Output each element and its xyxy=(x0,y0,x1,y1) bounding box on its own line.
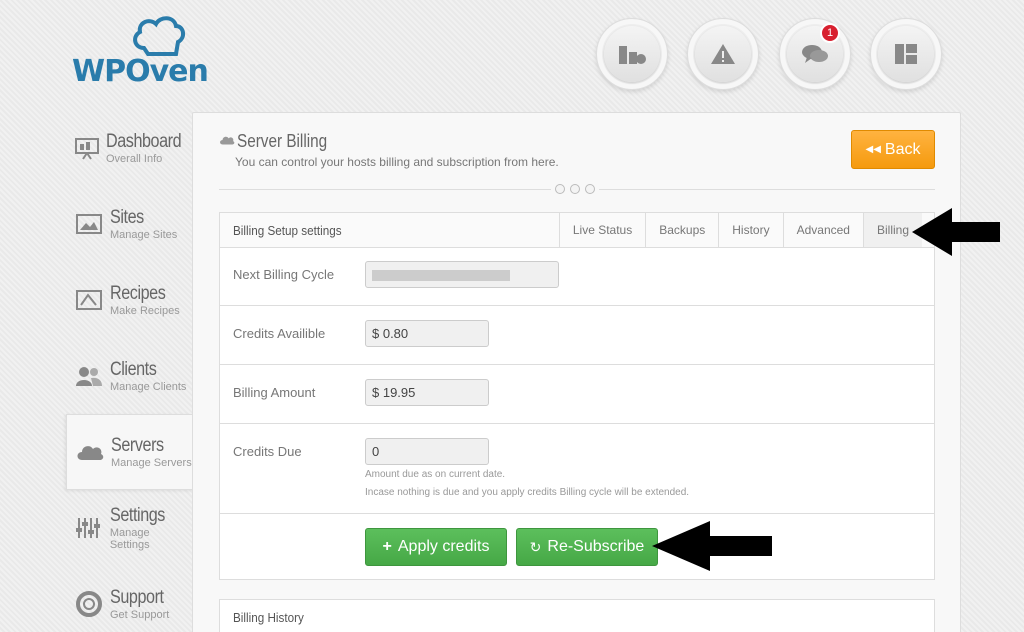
sidebar-item-label: Clients xyxy=(110,359,157,380)
redacted-value xyxy=(372,270,510,281)
tab-advanced[interactable]: Advanced xyxy=(782,213,863,247)
amount-row: Billing Amount $ 19.95 xyxy=(220,365,934,424)
tab-bar: Live Status Backups History Advanced Bil… xyxy=(558,213,922,247)
layout-icon xyxy=(895,44,917,64)
main-panel: Server Billing You can control your host… xyxy=(192,112,961,632)
amount-field[interactable]: $ 19.95 xyxy=(365,379,489,406)
back-button[interactable]: ◀◀ Back xyxy=(851,130,935,169)
due-label: Credits Due xyxy=(233,444,302,459)
recipes-icon xyxy=(76,290,102,310)
sidebar-item-clients[interactable]: Clients Manage Clients xyxy=(66,338,192,414)
plus-icon: + xyxy=(382,538,392,555)
sidebar-item-sublabel: Make Recipes xyxy=(110,305,180,317)
due-row: Credits Due 0 Amount due as on current d… xyxy=(220,424,934,514)
sidebar-item-sites[interactable]: Sites Manage Sites xyxy=(66,186,192,262)
due-help-text: Incase nothing is due and you apply cred… xyxy=(365,487,690,498)
sidebar-item-servers[interactable]: Servers Manage Servers xyxy=(66,414,192,490)
sidebar-item-sublabel: Manage Settings xyxy=(109,527,150,551)
refresh-icon: ↻ xyxy=(529,538,542,555)
sidebar-item-label: Dashboard xyxy=(106,131,182,152)
back-label: Back xyxy=(884,140,921,158)
page-subtitle: You can control your hosts billing and s… xyxy=(235,155,559,169)
credits-field[interactable]: $ 0.80 xyxy=(365,320,489,347)
sidebar-item-sublabel: Manage Sites xyxy=(110,229,178,241)
arrow-pointer-icon xyxy=(912,208,1000,256)
tab-history[interactable]: History xyxy=(718,213,782,247)
billing-setup-card: Billing Setup settings Live Status Backu… xyxy=(219,212,935,580)
messages-icon xyxy=(802,45,828,63)
sites-icon xyxy=(76,214,102,234)
sidebar-item-sublabel: Manage Servers xyxy=(111,457,192,469)
resubscribe-button[interactable]: ↻ Re-Subscribe xyxy=(516,528,658,566)
sidebar-item-label: Support xyxy=(110,587,164,608)
apply-credits-button[interactable]: + Apply credits xyxy=(365,528,507,566)
resubscribe-label: Re-Subscribe xyxy=(547,538,645,555)
dashboard-icon xyxy=(75,138,99,160)
tab-backups[interactable]: Backups xyxy=(645,213,718,247)
card-title: Billing Setup settings xyxy=(233,223,342,238)
sidebar-item-dashboard[interactable]: Dashboard Overall Info xyxy=(66,110,192,186)
sidebar-item-settings[interactable]: Settings Manage Settings xyxy=(66,490,192,566)
due-field[interactable]: 0 xyxy=(365,438,489,465)
cloud-icon xyxy=(220,136,235,145)
notification-badge: 1 xyxy=(820,23,840,43)
credits-icon xyxy=(619,46,646,64)
credits-row: Credits Availible $ 0.80 xyxy=(220,306,934,365)
chef-hat-icon xyxy=(133,16,185,56)
alerts-button[interactable] xyxy=(687,18,759,90)
sidebar: Dashboard Overall Info Sites Manage Sites … xyxy=(66,110,192,632)
sidebar-item-label: Sites xyxy=(110,207,144,228)
rewind-icon: ◀◀ xyxy=(865,144,881,155)
billing-history-card: Billing History xyxy=(219,599,935,632)
next-billing-field[interactable] xyxy=(365,261,559,288)
sidebar-item-label: Recipes xyxy=(110,283,166,304)
page-title: Server Billing xyxy=(237,131,328,151)
brand-name: WPOven xyxy=(72,54,209,89)
billing-history-title: Billing History xyxy=(233,610,304,625)
logo[interactable]: WPOven xyxy=(72,14,222,89)
amount-label: Billing Amount xyxy=(233,385,316,400)
arrow-pointer-icon xyxy=(652,521,772,571)
sidebar-item-recipes[interactable]: Recipes Make Recipes xyxy=(66,262,192,338)
sidebar-item-sublabel: Manage Clients xyxy=(110,381,187,393)
sidebar-item-sublabel: Overall Info xyxy=(106,153,163,165)
apply-credits-label: Apply credits xyxy=(397,538,490,555)
next-billing-label: Next Billing Cycle xyxy=(233,267,335,282)
clients-icon xyxy=(76,367,102,386)
support-icon xyxy=(76,591,102,617)
sidebar-item-label: Servers xyxy=(111,435,164,456)
pager-dots xyxy=(551,184,599,194)
alert-icon xyxy=(711,44,735,64)
credits-label: Credits Availible xyxy=(233,326,326,341)
credits-button[interactable] xyxy=(596,18,668,90)
cloud-icon xyxy=(77,446,104,460)
next-billing-row: Next Billing Cycle xyxy=(220,248,934,306)
due-help-text: Amount due as on current date. xyxy=(365,469,506,480)
settings-icon xyxy=(75,518,100,538)
sidebar-item-sublabel: Get Support xyxy=(110,609,170,621)
messages-button[interactable]: 1 xyxy=(779,18,851,90)
sidebar-item-label: Settings xyxy=(109,505,165,526)
layout-button[interactable] xyxy=(870,18,942,90)
tab-live-status[interactable]: Live Status xyxy=(558,213,645,247)
sidebar-item-support[interactable]: Support Get Support xyxy=(66,566,192,632)
